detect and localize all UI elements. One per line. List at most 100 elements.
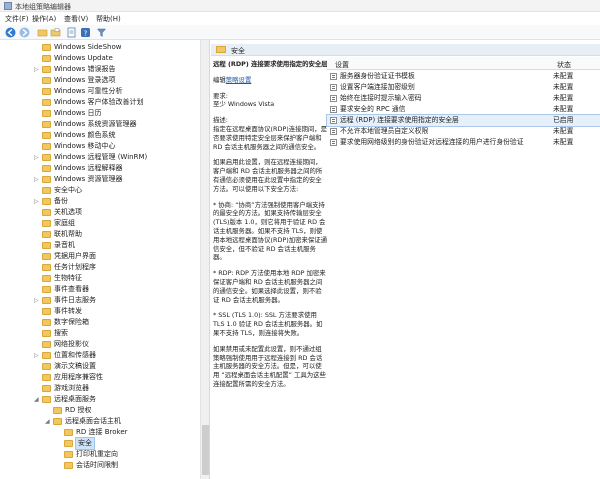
filter-icon[interactable] (96, 27, 107, 38)
tree-item-label: 事件转发 (54, 307, 82, 315)
expand-arrow-icon[interactable]: ◢ (45, 416, 52, 427)
tree-item-label: 演示文稿设置 (54, 362, 96, 370)
setting-row[interactable]: 始终在连接时提示输入密码 未配置 (327, 93, 600, 104)
help-icon[interactable]: ? (80, 27, 91, 38)
window-title: 本地组策略编辑器 (15, 3, 71, 11)
expand-arrow-icon[interactable]: ▷ (34, 152, 41, 163)
folder-icon (42, 297, 51, 304)
tree-item-label: 远程桌面服务 (54, 395, 96, 403)
svg-text:?: ? (84, 29, 88, 37)
policy-setting-icon (330, 95, 337, 102)
back-icon[interactable] (5, 27, 16, 38)
list-header: 设置 状态 (327, 57, 600, 70)
folder-icon (42, 154, 51, 161)
menu-action[interactable]: 操作(A) (32, 14, 56, 24)
tree-scrollbar[interactable] (200, 40, 209, 479)
folder-icon (42, 132, 51, 139)
folder-icon (42, 88, 51, 95)
description-paragraph: * 协商: “协商”方法强制使用客户端支持的最安全的方法。如果支持传输层安全(T… (213, 200, 328, 262)
tree-item-label: 家庭组 (54, 219, 75, 227)
setting-name: 远程 (RDP) 连接要求使用指定的安全层 (340, 116, 459, 124)
expand-arrow-icon[interactable]: ▷ (34, 64, 41, 75)
setting-name: 要求使用网络级别的身份验证对远程连接的用户进行身份验证 (340, 138, 524, 146)
setting-row[interactable]: 要求安全的 RPC 通信 未配置 (327, 104, 600, 115)
setting-row[interactable]: 服务器身份验证证书模板 未配置 (327, 71, 600, 82)
properties-icon[interactable] (66, 27, 77, 38)
expand-arrow-icon[interactable]: ◢ (34, 394, 41, 405)
tree-item-label: RD 连接 Broker (76, 428, 128, 436)
folder-icon (64, 462, 73, 469)
folder-icon (42, 143, 51, 150)
forward-icon[interactable] (19, 27, 30, 38)
description-text: 描述: 指定在远程桌面协议(RDP)连接期间，是否要求使用特定安全层来保护客户端和… (213, 116, 328, 151)
expand-arrow-icon[interactable]: ▷ (34, 196, 41, 207)
tree-item-label: 事件查看器 (54, 285, 89, 293)
expand-arrow-icon[interactable]: ▷ (34, 350, 41, 361)
folder-icon (42, 264, 51, 271)
folder-icon (42, 330, 51, 337)
description-panel: 远程 (RDP) 连接要求使用指定的安全层 编辑策略设置 要求: 至少 Windo… (213, 60, 328, 396)
setting-row[interactable]: 远程 (RDP) 连接要求使用指定的安全层 已启用 (326, 114, 600, 127)
tree-item-label: Windows 资源管理器 (54, 175, 123, 183)
folder-icon (42, 319, 51, 326)
description-paragraph: 如果禁用或未配置此设置，则不通过组策略强制使用用于远程连接到 RD 会话主机服务… (213, 344, 326, 388)
tree-item-label: 数字保险箱 (54, 318, 89, 326)
setting-row[interactable]: 要求使用网络级别的身份验证对远程连接的用户进行身份验证 未配置 (327, 137, 600, 148)
policy-setting-icon (330, 117, 337, 124)
tree-item-label: 远程桌面会话主机 (65, 417, 121, 425)
state-column-header[interactable]: 状态 (557, 60, 571, 70)
setting-name: 要求安全的 RPC 通信 (340, 105, 406, 113)
setting-state: 未配置 (553, 138, 574, 146)
folder-icon (42, 198, 51, 205)
folder-icon (42, 231, 51, 238)
policy-title: 远程 (RDP) 连接要求使用指定的安全层 (213, 60, 328, 68)
setting-name: 设置客户端连接加密级别 (340, 83, 415, 91)
setting-state: 未配置 (553, 83, 574, 91)
tree-item-label: Windows 颜色系统 (54, 131, 116, 139)
folder-icon (53, 407, 62, 414)
menu-help[interactable]: 帮助(H) (96, 14, 121, 24)
setting-row[interactable]: 设置客户端连接加密级别 未配置 (327, 82, 600, 93)
menu-view[interactable]: 查看(V) (64, 14, 88, 24)
path-bar: 安全 (211, 44, 600, 56)
tree-item-label: Windows 客户体验改善计划 (54, 98, 144, 106)
description-paragraph: * SSL (TLS 1.0): SSL 方法要求使用 TLS 1.0 验证 R… (213, 311, 323, 337)
policy-setting-icon (330, 128, 337, 135)
up-folder-icon[interactable] (37, 27, 48, 38)
folder-icon (42, 55, 51, 62)
folder-icon (42, 352, 51, 359)
tree-item-label: Windows 远程管理 (WinRM) (54, 153, 148, 161)
folder-icon (42, 176, 51, 183)
tree-item-label: 事件日志服务 (54, 296, 96, 304)
tree-item-label: Windows 移动中心 (54, 142, 116, 150)
details-pane: 安全 远程 (RDP) 连接要求使用指定的安全层 编辑策略设置 要求: 至少 Wi… (211, 40, 600, 479)
tree-item-label: 安全中心 (54, 186, 82, 194)
tree-item-label: Windows 错误报告 (54, 65, 116, 73)
expand-arrow-icon[interactable]: ▷ (34, 295, 41, 306)
scrollbar-thumb[interactable] (202, 425, 209, 475)
edit-policy-link[interactable]: 策略设置 (226, 76, 252, 84)
folder-icon (42, 66, 51, 73)
setting-column-header[interactable]: 设置 (335, 60, 349, 70)
folder-icon (42, 275, 51, 282)
folder-icon (42, 308, 51, 315)
tree-item-label: Windows 系统资源管理器 (54, 120, 137, 128)
tree-item-label: 打印机重定向 (76, 450, 118, 458)
setting-row[interactable]: 不允许本地管理员自定义权限 未配置 (327, 126, 600, 137)
folder-icon (42, 341, 51, 348)
folder-icon (42, 209, 51, 216)
folder-icon (42, 187, 51, 194)
policy-setting-icon (330, 106, 337, 113)
tree-item-label: 录音机 (54, 241, 75, 249)
folder-icon (42, 121, 51, 128)
tree-pane: Windows SideShow Windows Update ▷ Windows 错… (0, 40, 210, 479)
app-icon (4, 2, 12, 10)
policy-setting-icon (330, 139, 337, 146)
menu-file[interactable]: 文件(F) (5, 14, 29, 24)
tree-item-label: 会话时间限制 (76, 461, 118, 469)
folder-icon (42, 286, 51, 293)
tree-item-label: 游戏浏览器 (54, 384, 89, 392)
folder-view-icon[interactable] (50, 27, 61, 38)
expand-arrow-icon[interactable]: ▷ (34, 174, 41, 185)
setting-state: 未配置 (553, 72, 574, 80)
